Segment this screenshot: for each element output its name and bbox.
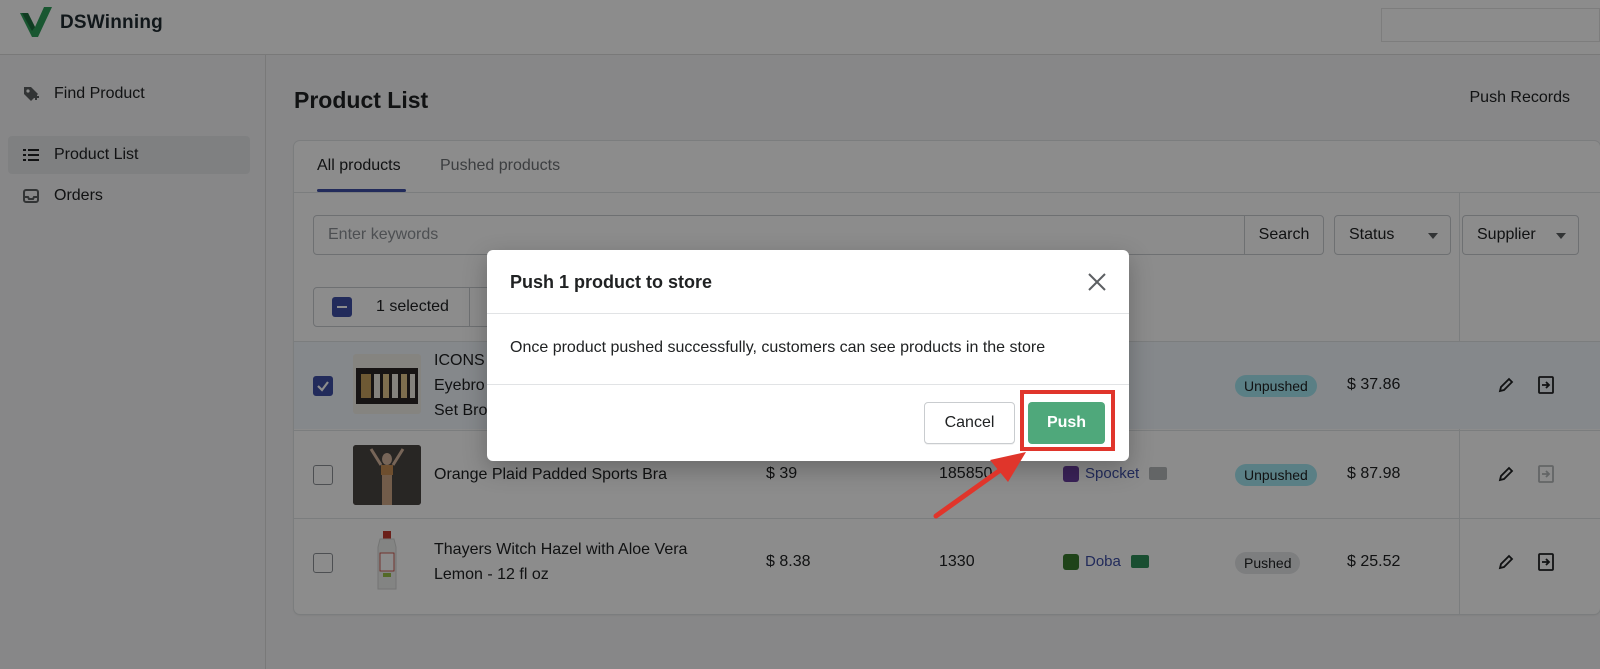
cancel-button[interactable]: Cancel bbox=[924, 402, 1015, 444]
arrow-pointer-icon bbox=[933, 452, 1026, 519]
modal-header: Push 1 product to store bbox=[487, 250, 1129, 314]
modal-title: Push 1 product to store bbox=[510, 272, 713, 292]
highlight-box bbox=[1020, 390, 1115, 451]
close-icon[interactable] bbox=[1085, 270, 1109, 294]
modal-message: Once product pushed successfully, custom… bbox=[510, 339, 1046, 356]
